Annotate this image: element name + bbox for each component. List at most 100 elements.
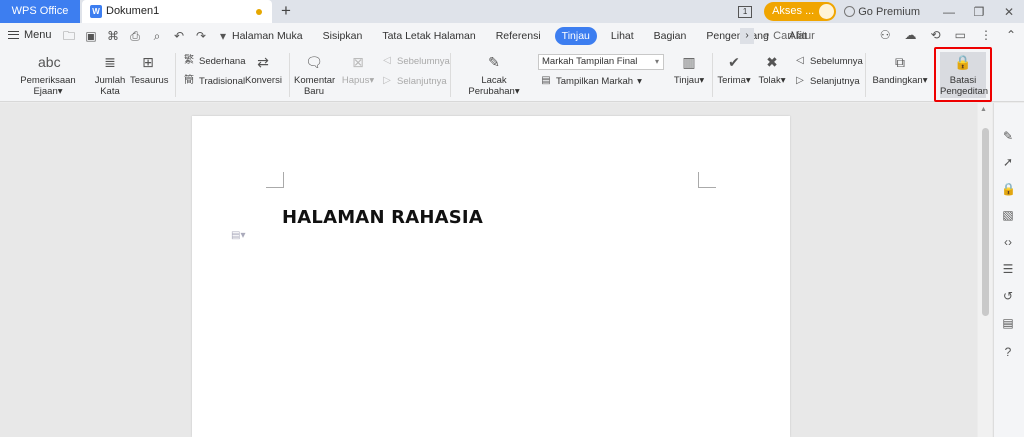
spelling-button[interactable]: abc Pemeriksaan Ejaan▾ [8,53,88,97]
search-feature[interactable]: ⌕ Cari fitur [764,29,815,42]
document-page[interactable] [192,116,790,437]
save-icon[interactable]: ▣ [84,29,98,43]
hamburger-icon [8,31,19,39]
accept-button[interactable]: ✔ Terima▾ [716,53,752,86]
delete-label: Hapus [341,75,370,86]
new-tab-button[interactable]: + [277,0,295,23]
simplified-chinese-icon: 繁 [184,55,194,66]
convert-button[interactable]: ⇄ Konversi [245,53,282,86]
collapse-ribbon-icon[interactable]: ⌃ [1006,28,1016,42]
compare-label: Bandingkan [872,75,923,86]
next-comment-button[interactable]: ▷ Selanjutnya [381,75,447,87]
show-markup-button[interactable]: ▤ Tampilkan Markah ▾ [540,75,642,87]
track-changes-button[interactable]: ✎ Lacak Perubahan▾ [456,53,532,97]
restore-icon[interactable]: ❐ [964,5,994,19]
tab-bagian[interactable]: Bagian [644,27,697,45]
compare-button[interactable]: ⧉ Bandingkan▾ [870,53,930,86]
show-markup-icon: ▤ [541,75,551,86]
reject-label: Tolak [758,75,781,86]
minimize-icon[interactable]: — [934,5,964,19]
word-count-icon: ≣ [104,54,116,70]
tab-sisipkan[interactable]: Sisipkan [313,27,373,45]
accept-icon: ✔ [728,54,740,70]
reject-icon: ✖ [766,54,778,70]
review-label: Tinjau [673,75,700,86]
sliders-icon[interactable]: ☰ [1001,262,1015,276]
document-tab-label: Dokumen1 [106,5,160,17]
new-comment-label: Komentar Baru [294,75,336,97]
go-premium-button[interactable]: Go Premium [844,6,920,18]
writer-icon: W [90,5,102,18]
paragraph-options-icon[interactable]: ▤▾ [231,230,245,241]
wps-office-tab[interactable]: WPS Office [0,0,80,23]
word-count-button[interactable]: ≣ Jumlah Kata [94,53,126,97]
menu-label: Menu [24,29,52,41]
simplified-label: Sederhana [199,55,246,67]
redo-icon[interactable]: ↷ [194,29,208,43]
markup-display-value: Markah Tampilan Final [542,56,638,67]
format-painter-icon[interactable]: ⌘ [106,29,120,43]
tab-lihat[interactable]: Lihat [601,27,644,45]
edit-pen-icon[interactable]: ✎ [1001,129,1015,143]
next-comment-icon: ▷ [383,75,391,86]
traditional-button[interactable]: 簡 Tradisional [183,75,245,87]
previous-change-label: Sebelumnya [810,55,863,67]
delete-comment-icon: ⊠ [352,54,364,70]
print-icon[interactable]: ⎙ [128,29,142,43]
menu-button[interactable]: Menu [8,29,52,41]
previous-comment-button[interactable]: ◁ Sebelumnya [381,55,450,67]
help-icon[interactable]: ? [1001,345,1015,359]
new-comment-button[interactable]: 🗨 Komentar Baru [294,53,336,97]
document-heading[interactable]: HALAMAN RAHASIA [282,207,483,228]
next-change-button[interactable]: ▷ Selanjutnya [794,75,860,87]
tab-tinjau[interactable]: Tinjau [554,27,597,45]
new-comment-icon: 🗨 [305,54,323,70]
tab-referensi[interactable]: Referensi [486,27,551,45]
next-change-label: Selanjutnya [810,75,860,87]
cloud-icon[interactable]: ☁ [905,28,917,42]
code-icon[interactable]: ‹› [1001,235,1015,249]
more-icon[interactable]: ⋮ [980,28,992,42]
simplified-button[interactable]: 繁 Sederhana [183,55,245,67]
previous-change-icon: ◁ [796,55,804,66]
lock-icon[interactable]: 🔒 [1001,182,1016,196]
akses-button[interactable]: Akses ... [764,2,837,21]
next-change-icon: ▷ [796,75,804,86]
sync-icon[interactable]: ⟲ [931,28,941,42]
tab-tata-letak-halaman[interactable]: Tata Letak Halaman [372,27,485,45]
highlight-box [934,47,992,102]
share-user-icon[interactable]: ⚇ [880,28,891,42]
select-pointer-icon[interactable]: ➚ [1001,155,1015,169]
close-icon[interactable]: ✕ [994,5,1024,19]
comment-icon[interactable]: ▭ [955,28,966,42]
history-icon[interactable]: ↺ [1001,289,1015,303]
thesaurus-icon: ⊞ [142,54,154,70]
next-comment-label: Selanjutnya [397,75,447,87]
convert-label: Konversi [245,75,282,86]
storage-icon[interactable]: ▤ [1001,316,1015,330]
spell-check-icon: abc [38,54,61,70]
reject-button[interactable]: ✖ Tolak▾ [756,53,788,86]
print-preview-icon[interactable]: ⌕ [150,29,164,43]
markup-display-select[interactable]: Markah Tampilan Final ▾ [538,54,664,70]
previous-change-button[interactable]: ◁ Sebelumnya [794,55,863,67]
ribbon-tabs: Halaman Muka Sisipkan Tata Letak Halaman… [222,27,817,45]
margin-mark-top-right [698,172,716,188]
open-folder-icon[interactable]: 🗀 [62,29,76,43]
image-edit-icon[interactable]: ▧ [1001,208,1015,222]
show-markup-label: Tampilkan Markah [556,75,634,87]
tabs-scroll-right-icon[interactable]: › [740,28,754,44]
review-pane-button[interactable]: ▥ Tinjau▾ [671,53,707,86]
thesaurus-button[interactable]: ⊞ Tesaurus [130,53,169,86]
document-tab[interactable]: W Dokumen1 [82,0,272,23]
scroll-up-icon[interactable]: ▲ [980,106,987,113]
track-changes-icon: ✎ [488,54,500,70]
previous-comment-icon: ◁ [383,55,391,66]
page-indicator[interactable]: 1 [738,5,753,18]
delete-comment-button[interactable]: ⊠ Hapus▾ [340,53,376,86]
scrollbar-thumb[interactable] [982,128,989,316]
traditional-chinese-icon: 簡 [184,75,194,86]
compare-icon: ⧉ [895,54,905,70]
undo-icon[interactable]: ↶ [172,29,186,43]
tab-halaman-muka[interactable]: Halaman Muka [222,27,313,45]
